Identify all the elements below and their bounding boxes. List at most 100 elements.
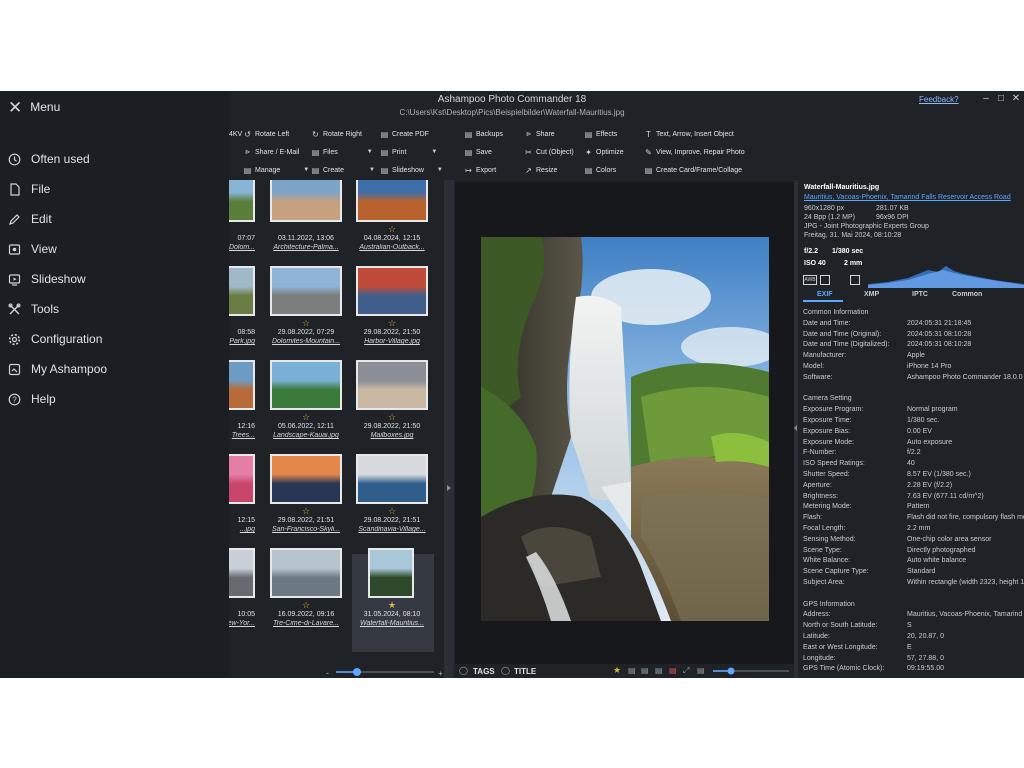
rating-star-icon[interactable]: ☆: [270, 507, 342, 516]
rotate-right-button[interactable]: ↻ Rotate Right: [311, 127, 362, 141]
share-email-button[interactable]: ⪢ Share / E-Mail: [243, 145, 299, 159]
info-value: Auto exposure: [907, 438, 953, 446]
menu-item-often-used[interactable]: Often used: [8, 149, 90, 169]
left-splitter[interactable]: [444, 180, 454, 678]
create-card-button[interactable]: ▤ Create Card/Frame/Collage: [644, 163, 742, 177]
tab-iptc[interactable]: IPTC: [912, 291, 928, 298]
info-key: Exposure Mode:: [803, 438, 854, 446]
minimize-icon[interactable]: –: [979, 93, 993, 104]
menu-item-slideshow[interactable]: Slideshow: [8, 269, 86, 289]
share-icon: ⪢: [526, 129, 531, 138]
resize-button[interactable]: ↗ Resize: [524, 163, 557, 177]
image-preview[interactable]: [455, 182, 794, 664]
share-button[interactable]: ⪢ Share: [524, 127, 554, 141]
grid-icon[interactable]: ▤: [641, 666, 649, 675]
files-button[interactable]: ▤ Files ▼: [311, 145, 373, 159]
preview-zoom-slider[interactable]: [711, 665, 791, 677]
compare-icon[interactable]: ▤: [655, 666, 663, 675]
cut-icon: ✂: [525, 147, 532, 157]
effects-button[interactable]: ▤ Effects: [584, 127, 618, 141]
cut-object-button[interactable]: ✂ Cut (Object): [524, 145, 574, 159]
rating-star-icon[interactable]: ☆: [270, 319, 342, 328]
menu-item-tools[interactable]: Tools: [8, 299, 59, 319]
info-value: Apple: [907, 352, 925, 360]
rating-star-icon[interactable]: ☆: [356, 225, 428, 234]
rating-star-icon[interactable]: ☆: [356, 413, 428, 422]
info-row: GPS Time (Atomic Clock): 09:19:55.00: [803, 665, 1024, 675]
rating-star-filled-icon[interactable]: ★: [356, 601, 428, 610]
thumbnail-image: [270, 180, 342, 222]
backups-button[interactable]: ▤ Backups: [464, 127, 503, 141]
info-row: White Balance: Auto white balance: [803, 557, 1024, 567]
menu-item-configuration[interactable]: Configuration: [8, 329, 102, 349]
menu-item-view[interactable]: View: [8, 239, 57, 259]
info-location-link[interactable]: Mauritius, Vacoas-Phoenix, Tamarind Fall…: [804, 194, 1011, 201]
create-pdf-button[interactable]: ▤ Create PDF: [380, 127, 429, 141]
flag-icon[interactable]: ▤: [669, 666, 677, 675]
text-arrow-button[interactable]: T Text, Arrow, Insert Object: [644, 127, 734, 141]
menu-item-label: View: [31, 242, 57, 256]
chevron-down-icon: ▼: [436, 167, 443, 173]
menu-item-file[interactable]: File: [8, 179, 50, 199]
rotate-right-label: Rotate Right: [323, 130, 362, 138]
fullscreen-icon[interactable]: ⤢: [683, 666, 689, 676]
thumbnail-date: 05.06.2022, 12:11: [278, 423, 334, 430]
thumbnail-filename: Landscape-Kauai.jpg: [273, 432, 339, 439]
info-filename: Waterfall-Mauritius.jpg: [804, 184, 880, 191]
thumbnail-zoom-slider[interactable]: - +: [229, 665, 444, 678]
info-row: Manufacturer: Apple: [803, 352, 1024, 362]
colors-button[interactable]: ▤ Colors: [584, 163, 617, 177]
info-format: JPG - Joint Photographic Experts Group: [804, 223, 929, 230]
toolbar: 4KV ↺ Rotate Left ↻ Rotate Right ▤ Create P…: [229, 126, 1024, 178]
text-arrow-label: Text, Arrow, Insert Object: [656, 130, 734, 138]
info-value: Ashampoo Photo Commander 18.0.0: [907, 373, 1023, 381]
thumbnail-image: [356, 360, 428, 410]
info-aperture: f/2.2: [804, 248, 819, 255]
thumbnail-image: [229, 454, 255, 504]
info-value: 0.00 EV: [907, 427, 932, 435]
info-key: North or South Latitude:: [803, 622, 878, 630]
svg-text:+: +: [438, 669, 443, 678]
info-icon[interactable]: ▤: [628, 666, 636, 675]
close-icon[interactable]: ✕: [1009, 93, 1023, 104]
save-button[interactable]: ▤ Save: [464, 145, 492, 159]
info-key: Longitude:: [803, 654, 836, 662]
view-improve-button[interactable]: ✎ View, Improve, Repair Photo: [644, 145, 744, 159]
rating-star-icon[interactable]: ☆: [356, 319, 428, 328]
rotate-left-button[interactable]: ↺ Rotate Left: [243, 127, 289, 141]
menu-item-label: My Ashampoo: [31, 362, 108, 376]
maximize-icon[interactable]: □: [994, 93, 1008, 104]
rating-star-icon[interactable]: ★: [613, 665, 621, 676]
tab-common[interactable]: Common: [952, 291, 982, 298]
menu-item-help[interactable]: ? Help: [8, 389, 56, 409]
tab-exif[interactable]: EXIF: [817, 291, 833, 298]
info-key: Brightness:: [803, 492, 839, 500]
rating-star-icon[interactable]: ☆: [356, 507, 428, 516]
optimize-button[interactable]: ✦ Optimize: [584, 145, 623, 159]
thumbnail-image: [368, 548, 414, 598]
menu-item-my-ashampoo[interactable]: My Ashampoo: [8, 359, 107, 379]
monitor-icon[interactable]: ▤: [697, 666, 705, 675]
print-button[interactable]: ▤ Print ▼: [380, 145, 438, 159]
feedback-link[interactable]: Feedback?: [919, 95, 959, 104]
thumbnail-image: [356, 180, 428, 222]
rating-star-icon[interactable]: ☆: [270, 601, 342, 610]
tags-tab[interactable]: TAGS: [473, 667, 495, 676]
info-key: Subject Area:: [803, 579, 845, 586]
info-value: 7.63 EV (677.11 cd/m^2): [907, 492, 984, 500]
manage-button[interactable]: ▤ Manage ▼: [243, 163, 310, 177]
rating-star-icon[interactable]: ☆: [270, 413, 342, 422]
menu-button[interactable]: ✕ Menu: [8, 97, 60, 117]
tab-xmp[interactable]: XMP: [864, 291, 879, 298]
slideshow-button[interactable]: ▤ Slideshow ▼: [380, 163, 443, 177]
menu-item-edit[interactable]: Edit: [8, 209, 52, 229]
print-label: Print: [392, 148, 407, 156]
info-key: Address:: [803, 611, 831, 619]
thumbnail-filename: Dolomites-Mountain...: [271, 338, 341, 345]
create-pdf-label: Create PDF: [392, 130, 429, 138]
title-tab[interactable]: TITLE: [514, 667, 536, 676]
create-button[interactable]: ▤ Create ▼: [311, 163, 375, 177]
export-button[interactable]: ↦ Export: [464, 163, 496, 177]
mkv-button[interactable]: 4KV: [229, 127, 242, 141]
info-row: Exposure Time: 1/380 sec.: [803, 417, 1024, 427]
